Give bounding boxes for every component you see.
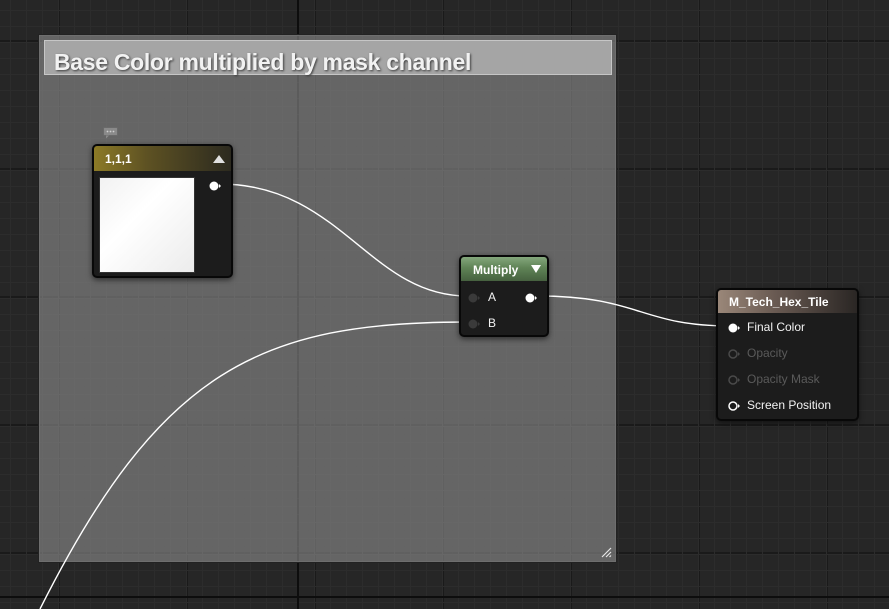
comment-title: Base Color multiplied by mask channel: [54, 49, 472, 75]
comment-bubble-icon[interactable]: [103, 127, 118, 139]
dropdown-arrow-icon[interactable]: [531, 265, 541, 273]
multiply-input-b-pin[interactable]: [468, 318, 480, 330]
collapse-arrow-icon[interactable]: [213, 155, 225, 163]
multiply-input-b-label: B: [488, 316, 497, 330]
material-output-node[interactable]: M_Tech_Hex_Tile Final Color Opacity Opac…: [716, 288, 859, 421]
multiply-node-title: Multiply: [473, 263, 519, 277]
multiply-output-pin[interactable]: [525, 292, 537, 304]
color-swatch-preview[interactable]: [99, 177, 195, 273]
constant-output-pin[interactable]: [209, 180, 221, 192]
opacity-mask-label: Opacity Mask: [747, 372, 820, 386]
multiply-node[interactable]: Multiply A B: [459, 255, 549, 337]
material-node-header[interactable]: M_Tech_Hex_Tile: [718, 290, 857, 313]
grid-axis-horizontal: [0, 596, 889, 598]
screen-position-pin[interactable]: [728, 400, 740, 412]
comment-header[interactable]: Base Color multiplied by mask channel: [44, 40, 612, 75]
material-node-title: M_Tech_Hex_Tile: [729, 295, 829, 309]
final-color-pin[interactable]: [728, 322, 740, 334]
multiply-input-a-label: A: [488, 290, 497, 304]
opacity-label: Opacity: [747, 346, 788, 360]
resize-handle-icon[interactable]: [600, 546, 612, 558]
final-color-label: Final Color: [747, 320, 806, 334]
opacity-mask-pin: [728, 375, 740, 385]
multiply-node-header[interactable]: Multiply: [461, 257, 547, 281]
constant-node-header[interactable]: 1,1,1: [94, 146, 231, 171]
screen-position-label: Screen Position: [747, 398, 832, 412]
constant-vector-node[interactable]: 1,1,1: [92, 144, 233, 278]
opacity-pin: [728, 349, 740, 359]
constant-node-title: 1,1,1: [105, 152, 132, 166]
multiply-input-a-pin[interactable]: [468, 292, 480, 304]
